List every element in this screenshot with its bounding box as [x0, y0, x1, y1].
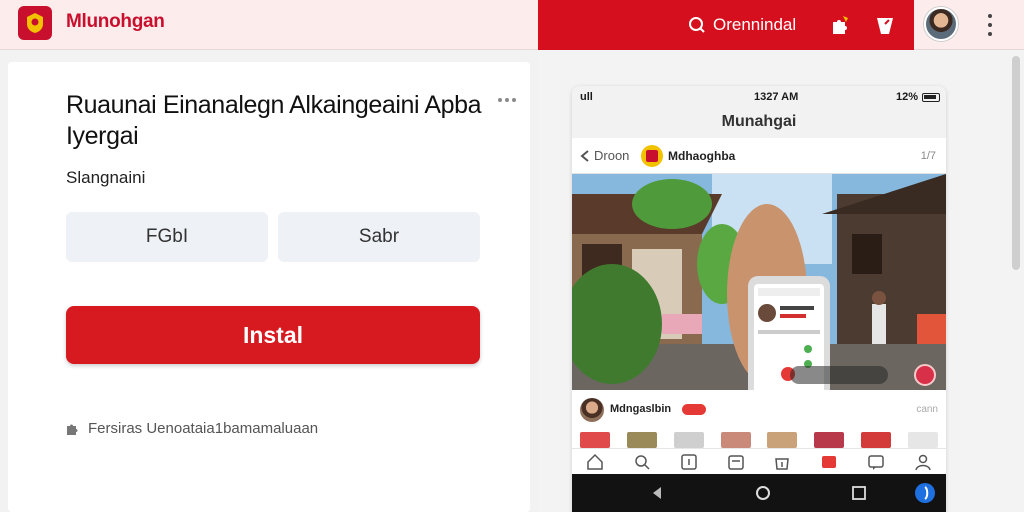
search-icon: [689, 17, 705, 33]
search-label: Orennindal: [713, 15, 797, 34]
search-icon[interactable]: [631, 451, 653, 473]
page-subtitle: Slangnaini: [66, 168, 146, 187]
live-badge: [682, 404, 706, 415]
shop-icon[interactable]: [771, 451, 793, 473]
page-title: Ruaunai Einanalegn Alkaingeaini Apba Iye…: [66, 91, 482, 150]
thumbnail[interactable]: [814, 432, 845, 448]
install-panel: Ruaunai Einanalegn Alkaingeaini Apba Iye…: [8, 62, 530, 512]
post-author[interactable]: Mdngaslbin: [610, 403, 671, 415]
phone-app-title: Munahgai: [572, 108, 946, 138]
puzzle-icon[interactable]: [826, 10, 856, 40]
video-icon[interactable]: [818, 451, 840, 473]
add-post-icon[interactable]: [678, 451, 700, 473]
thumbnail[interactable]: [767, 432, 798, 448]
scrollbar[interactable]: [1012, 56, 1020, 270]
option-button-right[interactable]: Sabr: [278, 212, 480, 262]
media-controls[interactable]: [790, 366, 888, 384]
calendar-icon[interactable]: [725, 451, 747, 473]
option-button-left[interactable]: FGbI: [66, 212, 268, 262]
back-label: Droon: [594, 148, 630, 163]
search-button[interactable]: Orennindal: [688, 11, 796, 39]
puzzle-icon: [67, 424, 78, 435]
signal-indicator: ull: [580, 91, 593, 103]
more-options-icon[interactable]: [498, 98, 516, 102]
assistant-icon[interactable]: [914, 482, 936, 504]
thumbnail-strip: [580, 432, 938, 448]
shopping-bag-icon[interactable]: [870, 10, 900, 40]
post-photo[interactable]: [572, 174, 946, 390]
post-meta: cann: [916, 404, 938, 415]
profile-icon[interactable]: [912, 451, 934, 473]
status-time: 1327 AM: [754, 91, 799, 103]
nav-home-icon[interactable]: [754, 484, 772, 502]
phone-preview: ull 1327 AM 12% Munahgai Droon Mdhaoghba…: [572, 86, 946, 512]
nav-recents-icon[interactable]: [850, 484, 868, 502]
phone-status-bar: ull 1327 AM 12%: [572, 86, 946, 108]
thumbnail[interactable]: [861, 432, 892, 448]
home-icon[interactable]: [584, 451, 606, 473]
record-button[interactable]: [914, 364, 936, 386]
battery-percent: 12%: [895, 91, 918, 103]
phone-tab-bar: [572, 448, 946, 474]
thumbnail[interactable]: [580, 432, 610, 448]
thumbnail[interactable]: [673, 432, 704, 448]
thumbnail[interactable]: [626, 432, 657, 448]
kebab-menu-icon[interactable]: [982, 12, 998, 38]
post-header: Mdngaslbin cann: [572, 392, 946, 428]
battery-icon: [922, 93, 940, 102]
brand-name[interactable]: Mlunohgan: [66, 11, 165, 33]
post-avatar[interactable]: [580, 398, 604, 422]
chevron-left-icon: [580, 149, 589, 162]
android-nav-bar: [572, 474, 946, 512]
phone-sub-header: Droon Mdhaoghba 1/7: [572, 138, 946, 174]
thumbnail[interactable]: [907, 432, 938, 448]
channel-count: 1/7: [920, 150, 936, 162]
install-button[interactable]: Instal: [66, 306, 480, 364]
thumbnail[interactable]: [720, 432, 751, 448]
back-button[interactable]: Droon: [580, 148, 629, 163]
channel-logo-icon: [641, 145, 663, 167]
user-avatar[interactable]: [924, 7, 958, 41]
messages-icon[interactable]: [865, 451, 887, 473]
top-bar: Mlunohgan Orennindal: [0, 0, 1024, 50]
nav-back-icon[interactable]: [648, 484, 666, 502]
header-action-bar: Orennindal: [538, 0, 914, 50]
footnote: Fersiras Uenoataia1bamamaluaan: [66, 420, 318, 437]
channel-name: Mdhaoghba: [668, 149, 736, 163]
crest-logo-icon[interactable]: [18, 6, 52, 40]
footnote-text: Fersiras Uenoataia1bamamaluaan: [88, 420, 319, 437]
